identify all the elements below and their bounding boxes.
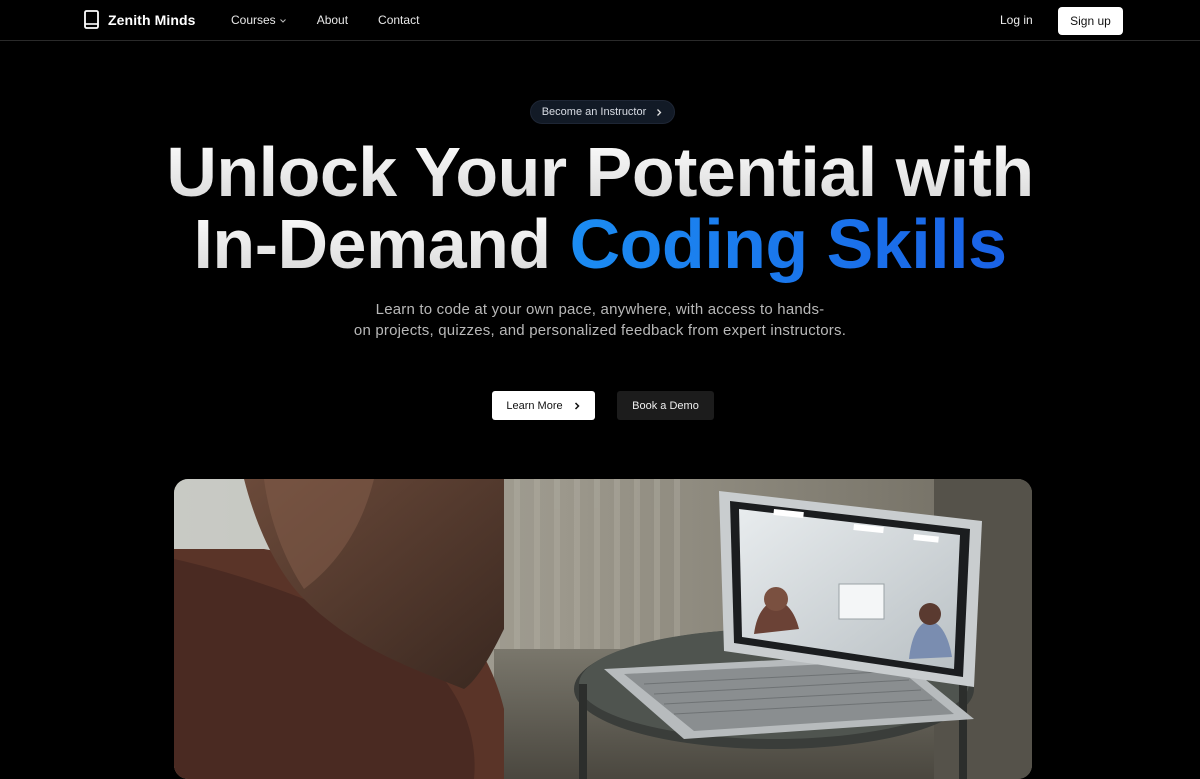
book-icon bbox=[84, 10, 99, 29]
nav-courses-label: Courses bbox=[231, 13, 276, 27]
chevron-down-icon bbox=[279, 18, 286, 23]
hero-subtext: Learn to code at your own pace, anywhere… bbox=[300, 299, 900, 341]
brand-logo[interactable]: Zenith Minds bbox=[84, 10, 196, 29]
top-navbar: Zenith Minds Courses About Contact Log i… bbox=[0, 0, 1200, 41]
subtext-line-2: on projects, quizzes, and personalized f… bbox=[353, 322, 847, 339]
book-demo-button[interactable]: Book a Demo bbox=[617, 391, 714, 420]
main-nav: Courses About Contact bbox=[231, 13, 419, 27]
hero-headline: Unlock Your Potential with In-Demand Cod… bbox=[0, 136, 1200, 280]
headline-accent: Coding Skills bbox=[569, 205, 1007, 283]
brand-name: Zenith Minds bbox=[108, 11, 196, 28]
chevron-right-icon bbox=[574, 401, 580, 410]
hero-image bbox=[174, 479, 1032, 779]
hero-photo-illustration bbox=[174, 479, 1032, 779]
become-instructor-pill[interactable]: Become an Instructor bbox=[530, 100, 675, 124]
nav-contact[interactable]: Contact bbox=[378, 13, 419, 27]
learn-more-button[interactable]: Learn More bbox=[492, 391, 595, 420]
nav-about[interactable]: About bbox=[317, 13, 348, 27]
headline-line-1: Unlock Your Potential with bbox=[166, 133, 1034, 211]
nav-courses[interactable]: Courses bbox=[231, 13, 287, 27]
subtext-line-1: Learn to code at your own pace, anywhere… bbox=[375, 301, 825, 318]
learn-more-label: Learn More bbox=[506, 399, 563, 412]
signup-button[interactable]: Sign up bbox=[1058, 7, 1123, 35]
chevron-right-icon bbox=[657, 108, 662, 116]
headline-line-2-plain: In-Demand bbox=[193, 205, 570, 283]
login-link[interactable]: Log in bbox=[1000, 13, 1033, 27]
pill-label: Become an Instructor bbox=[541, 106, 647, 118]
